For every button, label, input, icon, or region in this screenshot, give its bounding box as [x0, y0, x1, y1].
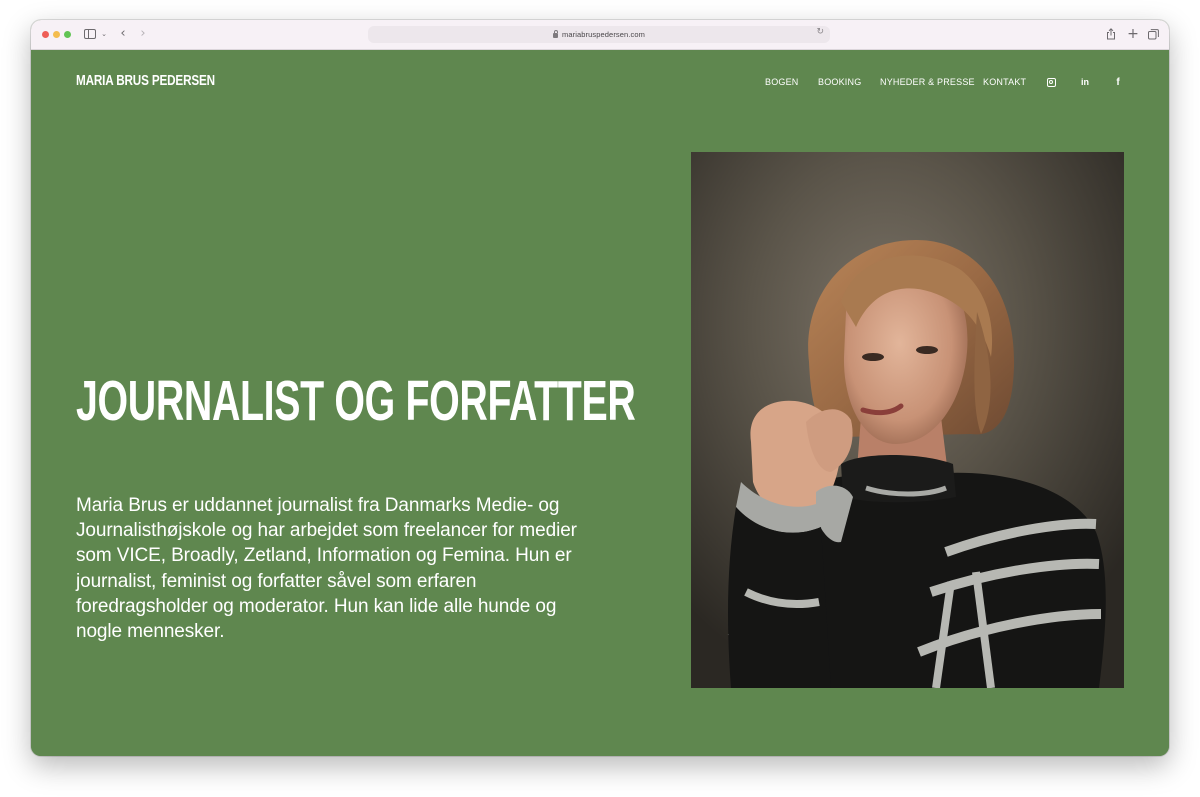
plus-icon[interactable]: +	[1127, 26, 1139, 42]
browser-window: ⌄ ‹ › mariabruspedersen.com ↻ + MARIA BR…	[31, 20, 1169, 756]
maximize-window-button[interactable]	[64, 31, 71, 38]
nav-link-bogen[interactable]: BOGEN	[765, 76, 799, 88]
address-bar[interactable]: mariabruspedersen.com ↻	[368, 26, 830, 43]
lock-icon	[553, 30, 558, 38]
nav-link-booking[interactable]: BOOKING	[818, 76, 861, 88]
chevron-right-icon[interactable]: ›	[137, 26, 149, 42]
nav-link-kontakt[interactable]: KONTAKT	[983, 76, 1026, 88]
instagram-icon[interactable]	[1046, 76, 1056, 88]
reload-icon[interactable]: ↻	[816, 27, 824, 37]
tabs-icon[interactable]	[1147, 26, 1159, 42]
screenshot-stage: ⌄ ‹ › mariabruspedersen.com ↻ + MARIA BR…	[0, 0, 1200, 797]
portrait-photo	[691, 152, 1124, 688]
hero-description: Maria Brus er uddannet journalist fra Da…	[76, 495, 577, 643]
close-window-button[interactable]	[42, 31, 49, 38]
sidebar-icon[interactable]	[83, 26, 97, 42]
website-page: MARIA BRUS PEDERSEN BOGEN BOOKING NYHEDE…	[31, 50, 1169, 756]
nav-link-nyheder-presse[interactable]: NYHEDER & PRESSE	[880, 76, 975, 88]
chevron-down-icon[interactable]: ⌄	[100, 26, 108, 42]
hero-title: JOURNALIST OG FORFATTER	[76, 369, 636, 433]
minimize-window-button[interactable]	[53, 31, 60, 38]
facebook-icon[interactable]: f	[1113, 76, 1123, 88]
share-icon[interactable]	[1105, 26, 1117, 42]
browser-titlebar: ⌄ ‹ › mariabruspedersen.com ↻ +	[31, 20, 1169, 50]
linkedin-icon[interactable]: in	[1079, 76, 1091, 88]
url-text[interactable]: mariabruspedersen.com	[562, 30, 645, 39]
site-brand[interactable]: MARIA BRUS PEDERSEN	[76, 72, 215, 89]
chevron-left-icon[interactable]: ‹	[117, 26, 129, 42]
